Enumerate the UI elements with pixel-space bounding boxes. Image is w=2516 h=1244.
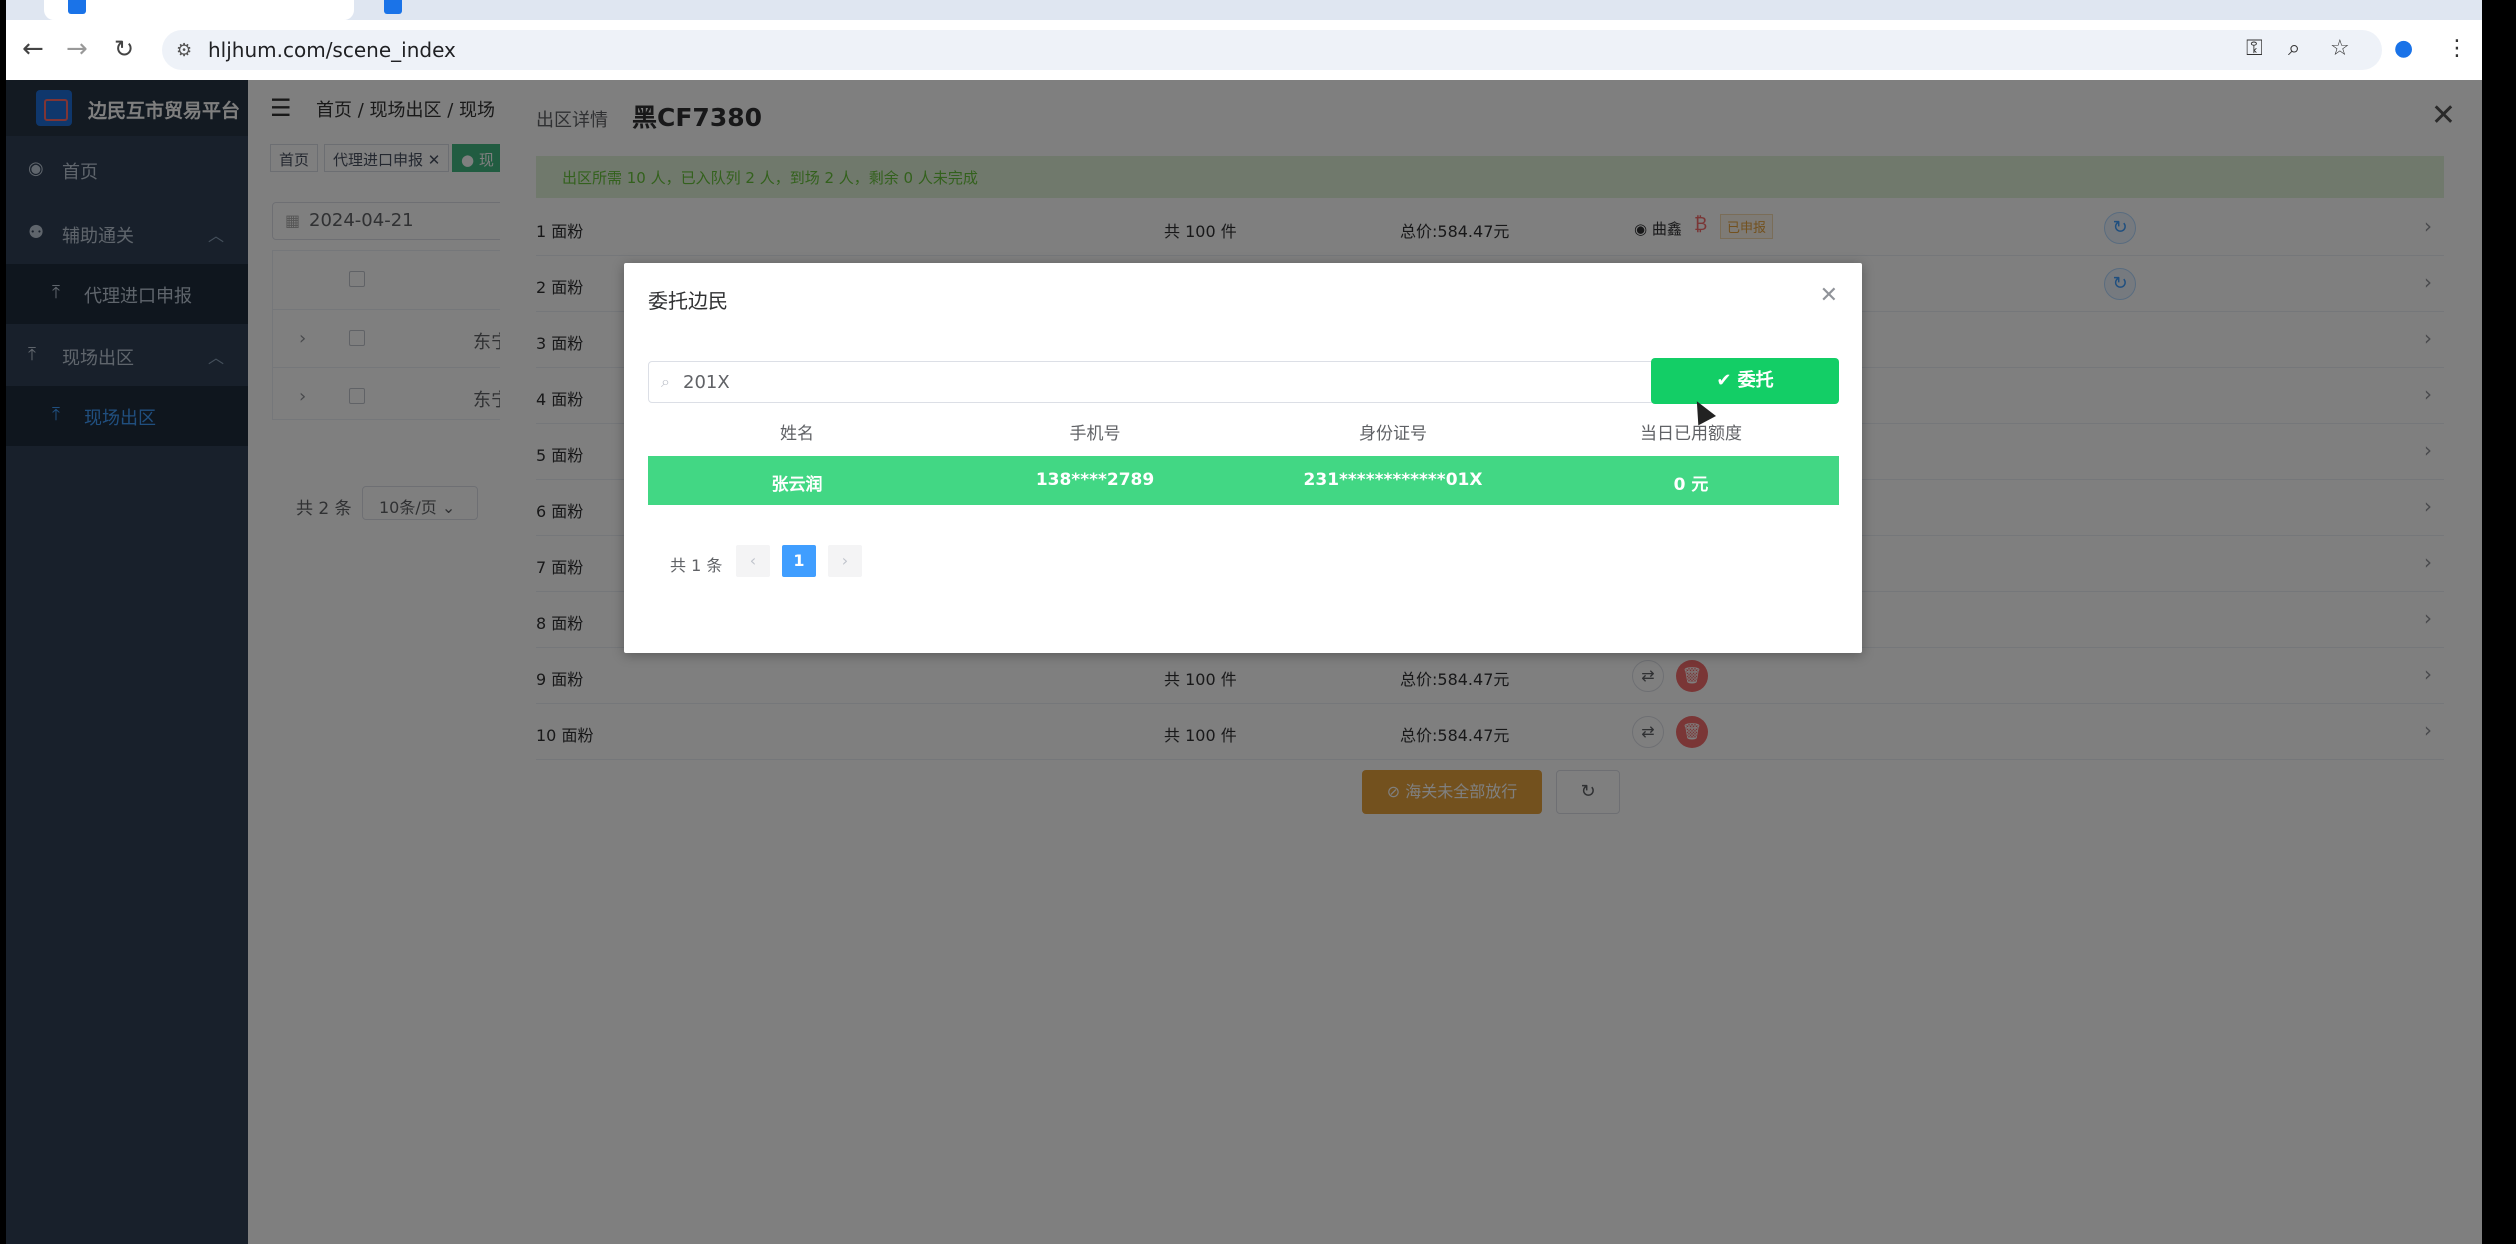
menu-kebab-icon[interactable]: ⋮ xyxy=(2446,36,2468,61)
pagination-total: 共 1 条 xyxy=(670,556,723,575)
screen-edge-right xyxy=(2482,0,2516,1244)
column-header-name: 姓名 xyxy=(780,424,814,444)
close-icon[interactable]: ✕ xyxy=(1820,283,1838,308)
column-header-quota: 当日已用额度 xyxy=(1640,424,1742,444)
back-icon[interactable]: ← xyxy=(22,34,44,64)
url-text[interactable]: hljhum.com/scene_index xyxy=(208,38,456,62)
column-header-phone: 手机号 xyxy=(1069,424,1121,444)
column-header-id: 身份证号 xyxy=(1359,424,1427,444)
address-bar[interactable]: ⚙ hljhum.com/scene_index xyxy=(162,30,2382,70)
browser-tabstrip xyxy=(0,0,2516,20)
resident-table-header: 姓名 手机号 身份证号 当日已用额度 xyxy=(648,413,1839,449)
site-settings-icon[interactable]: ⚙ xyxy=(176,40,192,61)
resident-search-box[interactable]: ⌕ xyxy=(648,361,1664,403)
entrust-resident-dialog: 委托边民 ✕ ⌕ ✔ 委托 姓名 手机号 身份证号 当日已用额度 张云润 138… xyxy=(624,263,1862,653)
resident-quota: 0 元 xyxy=(1673,475,1709,495)
resident-phone: 138****2789 xyxy=(1035,470,1155,490)
forward-icon[interactable]: → xyxy=(66,34,88,64)
browser-tab-inactive[interactable] xyxy=(360,0,690,20)
modal-overlay[interactable] xyxy=(0,80,2516,1244)
tab-favicon-icon xyxy=(384,0,402,14)
zoom-icon[interactable]: ⌕ xyxy=(2288,36,2300,61)
page-1-button[interactable]: 1 xyxy=(782,545,816,577)
entrust-button[interactable]: ✔ 委托 xyxy=(1651,358,1839,404)
profile-avatar-icon[interactable]: ● xyxy=(2394,36,2413,61)
dialog-title: 委托边民 xyxy=(648,289,728,313)
password-key-icon[interactable]: ⚿ xyxy=(2246,36,2263,61)
browser-tab-active[interactable] xyxy=(44,0,354,20)
resident-row[interactable]: 张云润 138****2789 231************01X 0 元 xyxy=(648,456,1839,505)
search-icon: ⌕ xyxy=(661,372,670,391)
screen-edge-left xyxy=(0,0,6,1244)
reload-icon[interactable]: ↻ xyxy=(114,34,134,64)
next-page-button[interactable]: › xyxy=(828,545,862,577)
resident-name: 张云润 xyxy=(771,475,823,495)
prev-page-button[interactable]: ‹ xyxy=(736,545,770,577)
tab-favicon-icon xyxy=(68,0,86,14)
bookmark-star-icon[interactable]: ☆ xyxy=(2330,36,2350,61)
resident-id-number: 231************01X xyxy=(1303,470,1483,490)
resident-search-input[interactable] xyxy=(683,368,1653,396)
